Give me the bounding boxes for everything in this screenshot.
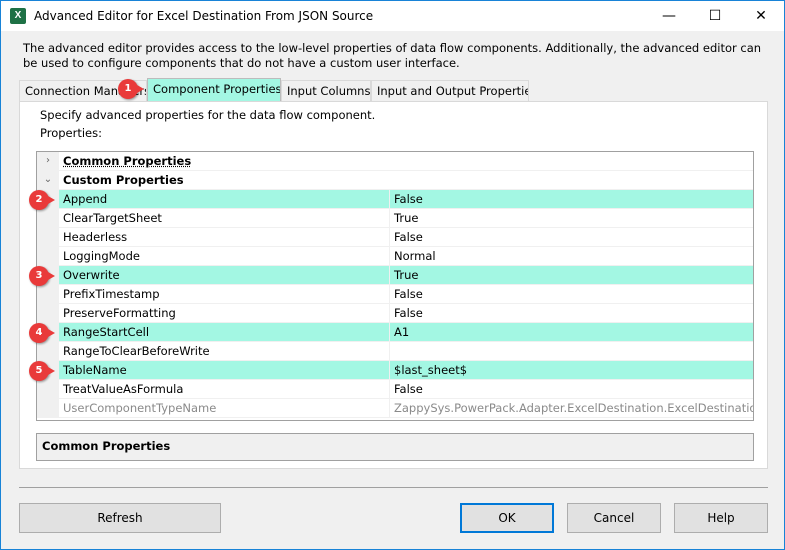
property-value[interactable]: ZappySys.PowerPack.Adapter.ExcelDestinat… — [389, 399, 753, 418]
tab-component-properties[interactable]: Component Properties — [147, 78, 281, 101]
property-value[interactable]: False — [389, 228, 753, 247]
property-value[interactable]: Normal — [389, 247, 753, 266]
expand-chevron-icon[interactable]: › — [37, 152, 59, 171]
property-value[interactable]: True — [389, 209, 753, 228]
property-row-tablename[interactable]: TableName $last_sheet$ — [37, 361, 753, 380]
property-grid: › Common Properties ⌄ Custom Properties … — [36, 151, 754, 421]
category-label: Common Properties — [59, 152, 753, 171]
property-row-preserveformatting[interactable]: PreserveFormatting False — [37, 304, 753, 323]
property-name[interactable]: Overwrite — [59, 266, 389, 285]
excel-app-icon: X — [10, 8, 26, 24]
divider — [19, 487, 768, 488]
property-row-prefixtimestamp[interactable]: PrefixTimestamp False — [37, 285, 753, 304]
help-button[interactable]: Help — [674, 503, 768, 533]
panel-description: Specify advanced properties for the data… — [40, 108, 376, 122]
category-custom-properties[interactable]: ⌄ Custom Properties — [37, 171, 753, 190]
property-name[interactable]: LoggingMode — [59, 247, 389, 266]
property-value[interactable]: False — [389, 190, 753, 209]
maximize-icon[interactable]: ☐ — [692, 1, 738, 31]
title-bar: X Advanced Editor for Excel Destination … — [1, 1, 784, 31]
tab-input-columns[interactable]: Input Columns — [281, 80, 371, 101]
property-row-append[interactable]: Append False — [37, 190, 753, 209]
property-row-overwrite[interactable]: Overwrite True — [37, 266, 753, 285]
property-row-cleartargetsheet[interactable]: ClearTargetSheet True — [37, 209, 753, 228]
property-value[interactable]: False — [389, 380, 753, 399]
property-name[interactable]: TreatValueAsFormula — [59, 380, 389, 399]
category-label: Custom Properties — [59, 171, 753, 190]
property-value[interactable]: False — [389, 304, 753, 323]
property-row-rangetoclearbeforewrite[interactable]: RangeToClearBeforeWrite — [37, 342, 753, 361]
property-help-box: Common Properties — [36, 433, 754, 461]
property-value[interactable]: $last_sheet$ — [389, 361, 753, 380]
property-name[interactable]: ClearTargetSheet — [59, 209, 389, 228]
minimize-icon[interactable]: — — [646, 1, 692, 31]
close-icon[interactable]: ✕ — [738, 1, 784, 31]
property-name[interactable]: UserComponentTypeName — [59, 399, 389, 418]
property-value[interactable] — [389, 342, 753, 361]
property-row-treatvalueasformula[interactable]: TreatValueAsFormula False — [37, 380, 753, 399]
property-name[interactable]: PreserveFormatting — [59, 304, 389, 323]
advanced-editor-window: X Advanced Editor for Excel Destination … — [0, 0, 785, 550]
window-title: Advanced Editor for Excel Destination Fr… — [34, 9, 374, 23]
property-value[interactable]: A1 — [389, 323, 753, 342]
property-value[interactable]: True — [389, 266, 753, 285]
help-title: Common Properties — [42, 439, 171, 453]
property-row-loggingmode[interactable]: LoggingMode Normal — [37, 247, 753, 266]
step-marker-3: 3 — [29, 266, 55, 286]
property-row-headerless[interactable]: Headerless False — [37, 228, 753, 247]
step-marker-1: 1 — [118, 79, 144, 99]
property-value[interactable]: False — [389, 285, 753, 304]
ok-button[interactable]: OK — [460, 503, 554, 533]
category-common-properties[interactable]: › Common Properties — [37, 152, 753, 171]
tab-input-output-properties[interactable]: Input and Output Properties — [371, 80, 529, 101]
property-name[interactable]: RangeStartCell — [59, 323, 389, 342]
refresh-button[interactable]: Refresh — [19, 503, 221, 533]
collapse-chevron-icon[interactable]: ⌄ — [37, 171, 59, 190]
property-row-rangestartcell[interactable]: RangeStartCell A1 — [37, 323, 753, 342]
property-name[interactable]: TableName — [59, 361, 389, 380]
property-name[interactable]: Append — [59, 190, 389, 209]
property-name[interactable]: Headerless — [59, 228, 389, 247]
properties-label: Properties: — [40, 126, 102, 140]
step-marker-2: 2 — [29, 190, 55, 210]
step-marker-5: 5 — [29, 361, 55, 381]
property-name[interactable]: RangeToClearBeforeWrite — [59, 342, 389, 361]
editor-description: The advanced editor provides access to t… — [23, 41, 762, 70]
step-marker-4: 4 — [29, 323, 55, 343]
property-row-usercomponenttypename[interactable]: UserComponentTypeName ZappySys.PowerPack… — [37, 399, 753, 418]
component-properties-panel: Specify advanced properties for the data… — [19, 101, 768, 469]
cancel-button[interactable]: Cancel — [567, 503, 661, 533]
property-name[interactable]: PrefixTimestamp — [59, 285, 389, 304]
